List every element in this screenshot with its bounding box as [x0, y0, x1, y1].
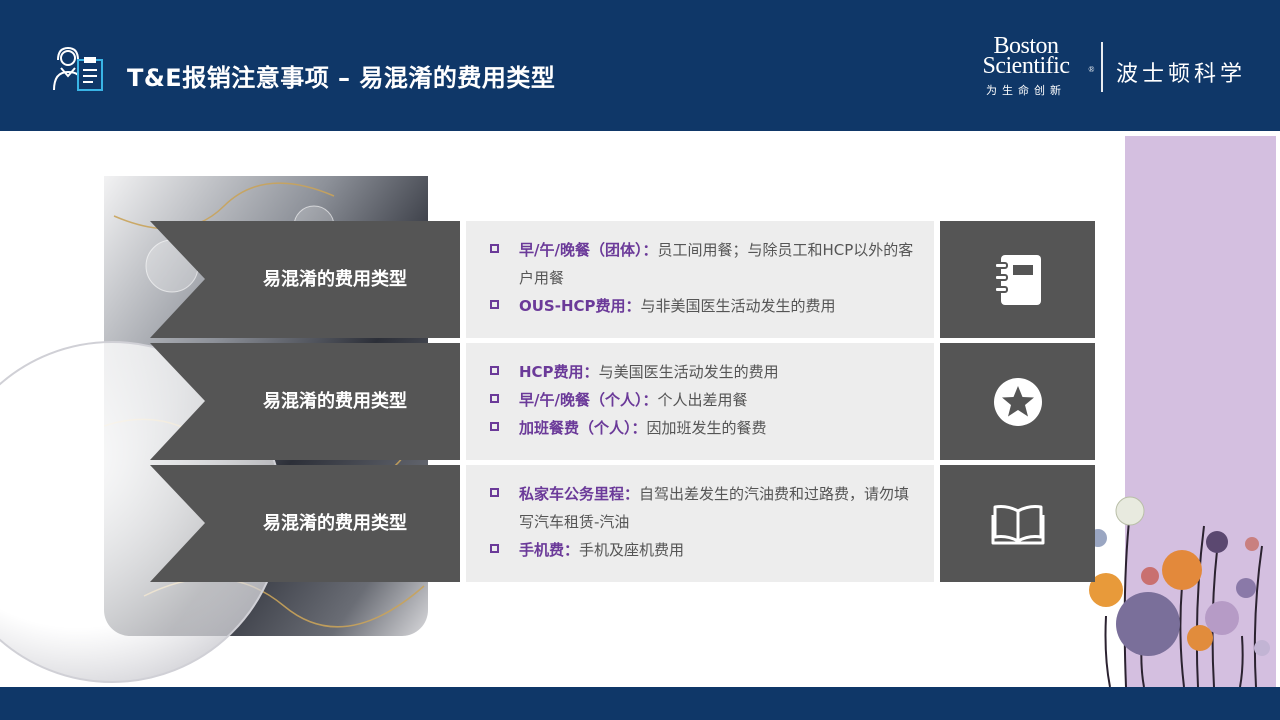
- details-panel-3: 私家车公务里程：自驾出差发生的汽油费和过路费，请勿填写汽车租赁-汽油 手机费：手…: [466, 465, 934, 582]
- bullet-square-icon: [490, 488, 499, 497]
- bullet-term: 手机费：: [519, 541, 580, 559]
- bullet-term: 加班餐费（个人）：: [519, 419, 647, 437]
- bullet-text: 因加班发生的餐费: [646, 419, 767, 437]
- brand-name-line2: Scientific: [982, 53, 1070, 79]
- details-list-3: 私家车公务里程：自驾出差发生的汽油费和过路费，请勿填写汽车租赁-汽油 手机费：手…: [490, 480, 914, 564]
- bullet-square-icon: [490, 300, 499, 309]
- bullet-square-icon: [490, 422, 499, 431]
- slide-footer: [0, 687, 1280, 720]
- bullet-term: 早/午/晚餐（团体）：: [519, 241, 658, 259]
- bullet-text: 手机及座机费用: [579, 541, 685, 559]
- bullet-text: 与非美国医生活动发生的费用: [640, 297, 836, 315]
- notebook-icon: [993, 254, 1041, 305]
- bullet-square-icon: [490, 244, 499, 253]
- brand-slogan: 为生命创新: [986, 84, 1066, 97]
- icon-panel-3: [940, 465, 1095, 582]
- list-item: 加班餐费（个人）：因加班发生的餐费: [490, 414, 914, 442]
- category-label-1: 易混淆的费用类型: [263, 269, 407, 290]
- bullet-square-icon: [490, 544, 499, 553]
- brand-name-en: Boston Scientific ®: [964, 34, 1095, 79]
- details-list-2: HCP费用：与美国医生活动发生的费用 早/午/晚餐（个人）：个人出差用餐 加班餐…: [490, 358, 914, 442]
- bullet-term: HCP费用：: [519, 363, 599, 381]
- bullet-text: 与美国医生活动发生的费用: [598, 363, 779, 381]
- category-panel-3: 易混淆的费用类型: [150, 465, 460, 582]
- bullet-term: 私家车公务里程：: [519, 485, 640, 503]
- brand-logo: Boston Scientific ® 为生命创新 波士顿科学: [960, 34, 1250, 100]
- registered-mark: ®: [1088, 65, 1094, 74]
- bullet-square-icon: [490, 394, 499, 403]
- bullet-term: OUS-HCP费用：: [519, 297, 641, 315]
- support-agent-clipboard-icon: [53, 46, 103, 91]
- slide-header: T&E报销注意事项 – 易混淆的费用类型 Boston Scientific ®…: [0, 0, 1280, 131]
- list-item: 早/午/晚餐（个人）：个人出差用餐: [490, 386, 914, 414]
- list-item: 早/午/晚餐（团体）：员工间用餐；与除员工和HCP以外的客户用餐: [490, 236, 914, 292]
- icon-panel-2: [940, 343, 1095, 460]
- details-panel-2: HCP费用：与美国医生活动发生的费用 早/午/晚餐（个人）：个人出差用餐 加班餐…: [466, 343, 934, 460]
- list-item: 手机费：手机及座机费用: [490, 536, 914, 564]
- bullet-term: 早/午/晚餐（个人）：: [519, 391, 658, 409]
- category-panel-2: 易混淆的费用类型: [150, 343, 460, 460]
- star-circle-icon: [993, 377, 1042, 426]
- brand-divider: [1101, 42, 1103, 92]
- details-list-1: 早/午/晚餐（团体）：员工间用餐；与除员工和HCP以外的客户用餐 OUS-HCP…: [490, 236, 914, 320]
- bullet-text: 个人出差用餐: [657, 391, 748, 409]
- category-panel-1: 易混淆的费用类型: [150, 221, 460, 338]
- details-panel-1: 早/午/晚餐（团体）：员工间用餐；与除员工和HCP以外的客户用餐 OUS-HCP…: [466, 221, 934, 338]
- icon-panel-1: [940, 221, 1095, 338]
- slide-title: T&E报销注意事项 – 易混淆的费用类型: [127, 64, 556, 92]
- brand-name-cn: 波士顿科学: [1116, 62, 1247, 87]
- category-label-3: 易混淆的费用类型: [263, 513, 407, 534]
- bullet-square-icon: [490, 366, 499, 375]
- list-item: OUS-HCP费用：与非美国医生活动发生的费用: [490, 292, 914, 320]
- list-item: HCP费用：与美国医生活动发生的费用: [490, 358, 914, 386]
- category-label-2: 易混淆的费用类型: [263, 391, 407, 412]
- decorative-flowers-illustration: [1089, 496, 1270, 687]
- list-item: 私家车公务里程：自驾出差发生的汽油费和过路费，请勿填写汽车租赁-汽油: [490, 480, 914, 536]
- open-book-icon: [991, 504, 1044, 544]
